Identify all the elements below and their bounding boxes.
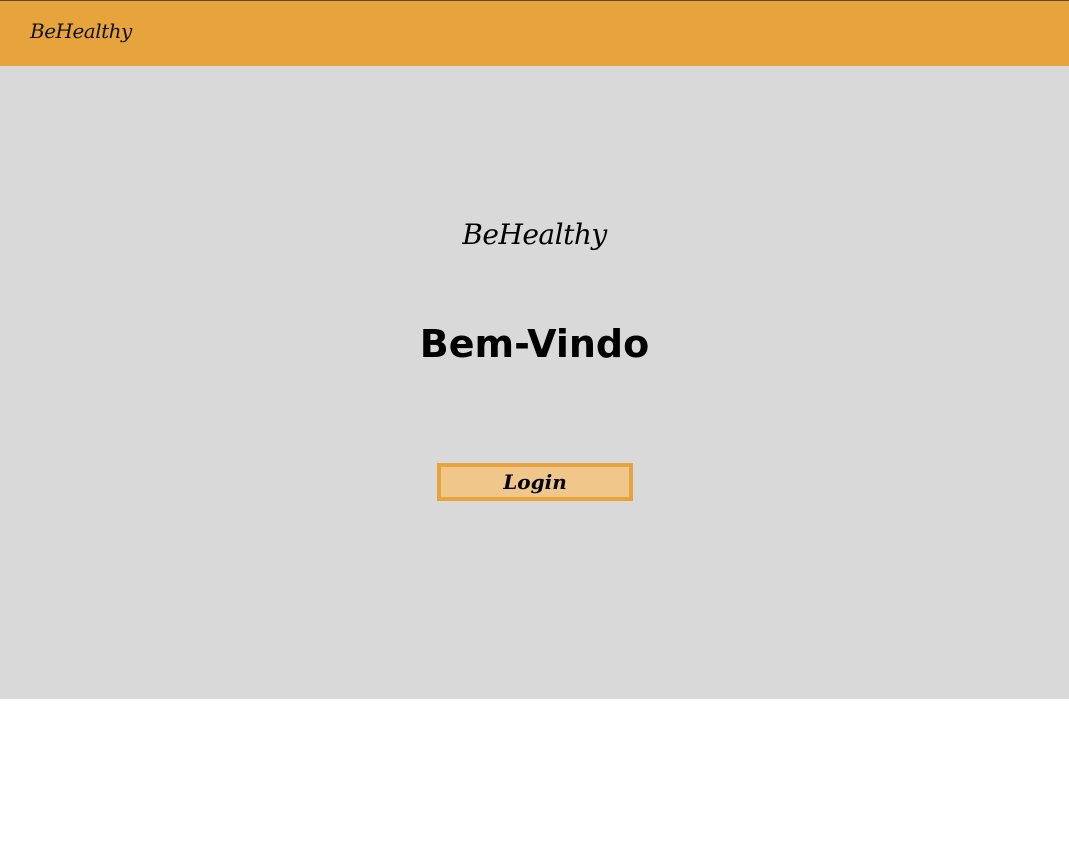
navbar-brand-logo[interactable]: BeHealthy [30,19,132,43]
welcome-panel: BeHealthy Bem-Vindo Login [0,66,1069,699]
top-navbar: BeHealthy [0,0,1069,66]
welcome-heading: Bem-Vindo [419,322,650,366]
login-button[interactable]: Login [437,463,633,501]
login-button-label: Login [503,470,567,494]
hero-brand-logo: BeHealthy [462,218,607,251]
